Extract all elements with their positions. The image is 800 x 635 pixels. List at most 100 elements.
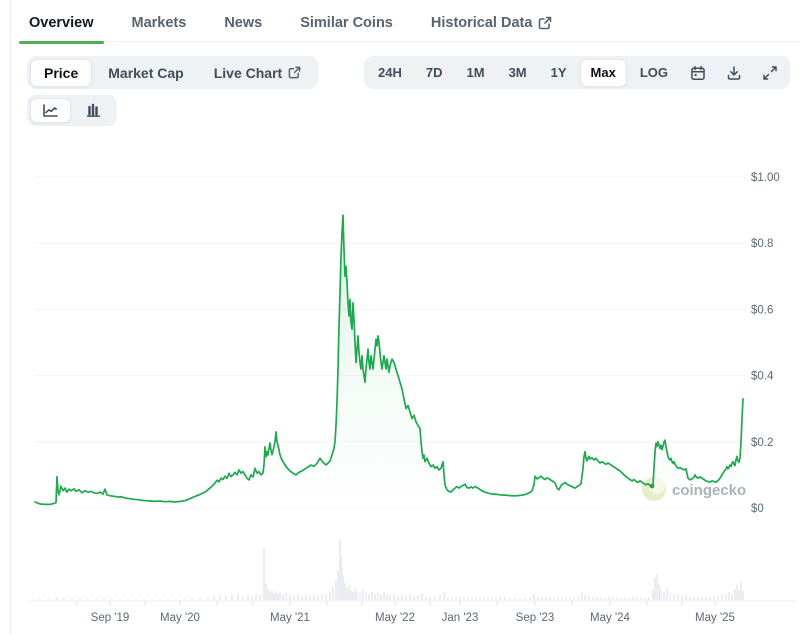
- volume-bar: [332, 586, 334, 600]
- range-24h-label: 24H: [378, 65, 402, 81]
- range-1m-button[interactable]: 1M: [456, 59, 496, 87]
- volume-bar: [549, 597, 551, 600]
- volume-bar: [87, 599, 89, 600]
- volume-bar: [409, 594, 411, 600]
- external-link-icon: [288, 66, 301, 79]
- x-axis-label: May '20: [160, 612, 200, 624]
- volume-bar: [693, 597, 695, 600]
- chart-type-row: [27, 95, 117, 126]
- volume-bar: [738, 590, 740, 600]
- range-max-button[interactable]: Max: [580, 59, 627, 87]
- metric-market-cap-label: Market Cap: [108, 65, 183, 81]
- volume-bar: [636, 598, 638, 600]
- volume-bar: [666, 588, 668, 600]
- volume-bar: [337, 570, 339, 600]
- x-axis-label: May '21: [270, 612, 310, 624]
- volume-bar: [39, 599, 41, 600]
- volume-bar: [282, 595, 284, 600]
- volume-bar: [685, 595, 687, 600]
- volume-bar: [237, 594, 239, 600]
- tab-overview[interactable]: Overview: [27, 7, 96, 43]
- volume-bar: [265, 584, 267, 600]
- volume-bar: [321, 594, 323, 600]
- metric-price-button[interactable]: Price: [30, 59, 92, 87]
- volume-bar: [740, 582, 742, 600]
- volume-bar: [401, 595, 403, 600]
- volume-bar: [111, 599, 113, 600]
- volume-bar: [63, 598, 65, 600]
- volume-bar: [701, 597, 703, 600]
- volume-bar: [269, 592, 271, 600]
- download-chart-button[interactable]: [717, 59, 751, 87]
- volume-bar: [537, 596, 539, 600]
- y-axis-label: $0.2: [751, 437, 773, 449]
- x-axis-label: Jan '23: [442, 612, 479, 624]
- download-icon: [726, 65, 742, 81]
- line-chart-toggle-button[interactable]: [30, 98, 71, 123]
- log-scale-button[interactable]: LOG: [629, 59, 679, 87]
- tab-historical-data[interactable]: Historical Data: [429, 7, 555, 43]
- volume-bar: [289, 595, 291, 600]
- tab-historical-data-label: Historical Data: [431, 15, 533, 31]
- volume-bar: [495, 598, 497, 600]
- volume-bar: [604, 598, 606, 600]
- volume-bar: [545, 597, 547, 600]
- range-1y-button[interactable]: 1Y: [540, 59, 578, 87]
- tab-news[interactable]: News: [222, 7, 264, 43]
- volume-bar: [434, 596, 436, 600]
- range-7d-button[interactable]: 7D: [415, 59, 454, 87]
- range-24h-button[interactable]: 24H: [367, 59, 413, 87]
- volume-bar: [709, 597, 711, 600]
- volume-bar: [439, 595, 441, 600]
- range-3m-button[interactable]: 3M: [498, 59, 538, 87]
- volume-bar: [524, 598, 526, 600]
- volume-bar: [356, 591, 358, 600]
- volume-bar: [463, 597, 465, 600]
- volume-bar: [279, 592, 281, 600]
- external-link-icon: [538, 16, 552, 30]
- volume-bar: [669, 593, 671, 600]
- volume-bar: [475, 598, 477, 600]
- volume-bar: [658, 584, 660, 600]
- volume-bar: [199, 598, 201, 600]
- metric-market-cap-button[interactable]: Market Cap: [94, 59, 197, 87]
- volume-bar: [397, 596, 399, 600]
- volume-bar: [504, 598, 506, 600]
- volume-bar: [640, 598, 642, 600]
- candlestick-chart-toggle-button[interactable]: [73, 98, 114, 123]
- fullscreen-button[interactable]: [753, 59, 787, 87]
- volume-bar: [742, 591, 744, 600]
- volume-bar: [350, 590, 352, 600]
- volume-bar: [529, 597, 531, 600]
- volume-bar: [565, 598, 567, 600]
- volume-bar: [95, 599, 97, 600]
- volume-bar: [175, 599, 177, 600]
- volume-bar: [183, 599, 185, 600]
- volume-bar: [721, 595, 723, 600]
- expand-icon: [762, 65, 778, 81]
- volume-bar: [393, 594, 395, 600]
- volume-bar: [352, 592, 354, 600]
- volume-bar: [47, 599, 49, 600]
- tab-similar-coins[interactable]: Similar Coins: [298, 7, 395, 43]
- volume-bar: [541, 597, 543, 600]
- metric-live-chart-button[interactable]: Live Chart: [200, 59, 315, 87]
- volume-bar: [632, 597, 634, 600]
- x-axis-label: Sep '23: [516, 612, 555, 624]
- volume-bar: [374, 594, 376, 600]
- volume-bar: [648, 597, 650, 600]
- volume-bar: [380, 595, 382, 600]
- tab-markets[interactable]: Markets: [130, 7, 189, 43]
- volume-bar: [673, 595, 675, 600]
- volume-bar: [271, 590, 273, 600]
- volume-bar: [561, 598, 563, 600]
- volume-bar: [697, 596, 699, 600]
- volume-bar: [717, 596, 719, 600]
- volume-bar: [455, 597, 457, 600]
- y-axis-label: $0: [751, 503, 764, 515]
- date-range-picker-button[interactable]: [681, 59, 715, 87]
- volume-bar: [429, 597, 431, 600]
- volume-bar: [273, 593, 275, 600]
- price-chart[interactable]: $1.00$0.8$0.6$0.4$0.2$0Sep '19May '20May…: [0, 150, 800, 635]
- tab-overview-label: Overview: [29, 15, 94, 31]
